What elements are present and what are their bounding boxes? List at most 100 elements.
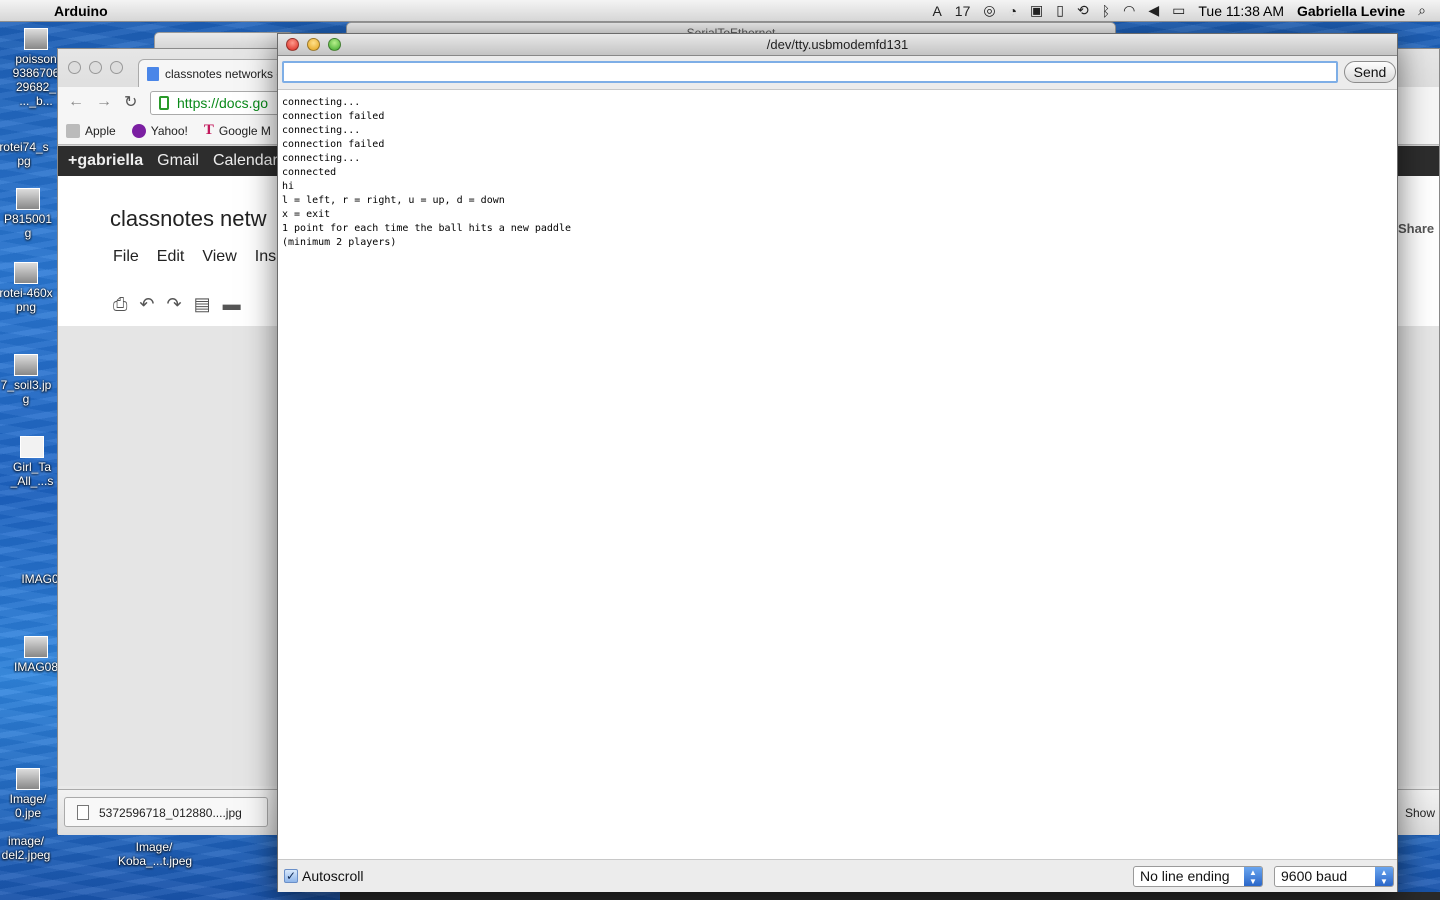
autoscroll-label: Autoscroll bbox=[302, 868, 364, 884]
output-line: l = left, r = right, u = up, d = down bbox=[282, 195, 505, 206]
output-line: (minimum 2 players) bbox=[282, 237, 397, 248]
image-file-icon bbox=[16, 188, 40, 210]
image-file-icon bbox=[24, 636, 48, 658]
undo-icon[interactable]: ↶ bbox=[139, 294, 154, 315]
google-docs-icon bbox=[147, 67, 159, 81]
line-ending-select[interactable]: No line ending ▲ ▼ bbox=[1133, 866, 1263, 887]
menu-edit[interactable]: Edit bbox=[157, 248, 185, 266]
menu-view[interactable]: View bbox=[202, 248, 236, 266]
output-line: x = exit bbox=[282, 209, 331, 220]
redo-icon[interactable]: ↷ bbox=[167, 294, 182, 315]
lock-icon bbox=[159, 96, 169, 110]
yahoo-icon bbox=[131, 123, 146, 138]
reload-icon[interactable]: ↻ bbox=[124, 92, 137, 112]
zoom-icon[interactable] bbox=[110, 61, 123, 74]
output-line: hi bbox=[282, 181, 295, 192]
headphones-icon[interactable]: ◎ bbox=[983, 2, 995, 19]
desktop-icon[interactable]: Image/ Koba_...t.jpeg bbox=[118, 840, 192, 868]
dock-edge bbox=[340, 892, 1440, 900]
file-icon bbox=[77, 805, 89, 820]
share-button[interactable]: Share bbox=[1398, 221, 1434, 236]
apple-bookmark-icon bbox=[66, 123, 80, 138]
window-title: /dev/tty.usbmodemfd131 bbox=[766, 37, 909, 52]
desktop-icon-label: image/ del2.jpeg bbox=[1, 834, 51, 862]
browser-window-controls bbox=[68, 61, 123, 74]
paint-format-icon[interactable]: ▬ bbox=[223, 294, 241, 315]
desktop-icon-label: IMAG0 bbox=[21, 572, 59, 586]
bookmark-google[interactable]: T Google M bbox=[204, 122, 271, 139]
minimize-icon[interactable] bbox=[307, 38, 320, 51]
serial-monitor-window[interactable]: /dev/tty.usbmodemfd131 Send connecting..… bbox=[277, 33, 1398, 892]
clock-icon[interactable]: ◔ bbox=[1009, 3, 1017, 19]
desktop-icon-label: Girl_Ta _All_...s bbox=[10, 460, 54, 488]
desktop-icon[interactable]: 7_soil3.jp g bbox=[0, 354, 62, 406]
back-icon[interactable]: ← bbox=[68, 93, 84, 111]
image-file-icon bbox=[24, 28, 48, 50]
menu-file[interactable]: File bbox=[113, 248, 139, 266]
desktop-icon-label: IMAG08 bbox=[13, 660, 58, 674]
line-ending-value: No line ending bbox=[1140, 868, 1230, 884]
google-bar-gmail[interactable]: Gmail bbox=[157, 152, 199, 170]
bluetooth-icon[interactable]: ᛒ bbox=[1102, 3, 1110, 19]
wifi-icon[interactable]: ◠ bbox=[1123, 2, 1135, 19]
menu-clock[interactable]: Tue 11:38 AM bbox=[1198, 3, 1284, 19]
send-button[interactable]: Send bbox=[1344, 61, 1396, 83]
show-all-downloads[interactable]: Show bbox=[1405, 806, 1435, 820]
output-line: connection failed bbox=[282, 139, 385, 150]
minimize-icon[interactable] bbox=[89, 61, 102, 74]
desktop-icon[interactable]: image/ del2.jpeg bbox=[0, 834, 62, 862]
desktop-icon[interactable]: rotei74_s pg bbox=[0, 140, 60, 168]
menu-insert[interactable]: Ins bbox=[255, 248, 276, 266]
desktop-icon[interactable]: rotei-460x png bbox=[0, 262, 62, 314]
calendar-count[interactable]: 17 bbox=[955, 3, 971, 19]
baud-rate-select[interactable]: 9600 baud ▲ ▼ bbox=[1274, 866, 1394, 887]
app-menu-arduino[interactable]: Arduino bbox=[54, 3, 108, 19]
menu-extras: A 17 ◎ ◔ ▣ ▯ ⟲ ᛒ ◠ ◀ ▭ Tue 11:38 AM Gabr… bbox=[932, 2, 1440, 19]
battery-app-icon[interactable]: ▯ bbox=[1056, 2, 1064, 19]
truck-icon[interactable]: ▣ bbox=[1030, 2, 1043, 19]
window-controls bbox=[286, 38, 341, 51]
zip-file-icon bbox=[20, 436, 44, 458]
output-line: connecting... bbox=[282, 153, 361, 164]
send-bar: Send bbox=[278, 56, 1397, 90]
autoscroll-toggle[interactable]: ✓ Autoscroll bbox=[284, 868, 363, 884]
autoscroll-checkbox[interactable]: ✓ bbox=[284, 869, 298, 883]
paste-icon[interactable]: ▤ bbox=[194, 294, 211, 315]
google-bar-calendar[interactable]: Calendar bbox=[213, 152, 278, 170]
image-file-icon bbox=[14, 262, 38, 284]
desktop-icon[interactable]: Image/ 0.jpe bbox=[0, 768, 64, 820]
desktop-icon-label: 7_soil3.jp g bbox=[0, 378, 52, 406]
time-machine-icon[interactable]: ⟲ bbox=[1077, 2, 1089, 19]
bookmark-label: Apple bbox=[85, 123, 116, 138]
close-icon[interactable] bbox=[68, 61, 81, 74]
zoom-icon[interactable] bbox=[328, 38, 341, 51]
docs-menu: File Edit View Ins bbox=[113, 248, 276, 266]
serial-options-bar: ✓ Autoscroll No line ending ▲ ▼ 9600 baud… bbox=[278, 859, 1397, 892]
forward-icon[interactable]: → bbox=[96, 93, 112, 111]
desktop-icon-label: rotei-460x png bbox=[0, 286, 53, 314]
image-file-icon bbox=[16, 768, 40, 790]
desktop-icon-label: poisson 9386706 29682_ ..._b... bbox=[12, 52, 60, 108]
desktop-icon-label: rotei74_s pg bbox=[0, 140, 49, 168]
battery-icon[interactable]: ▭ bbox=[1172, 2, 1185, 19]
desktop-icon-label: P815001 g bbox=[3, 212, 53, 240]
adobe-status-icon[interactable]: A bbox=[932, 3, 941, 19]
print-icon[interactable]: ⎙ bbox=[113, 294, 127, 315]
google-bar-profile[interactable]: +gabriella bbox=[68, 152, 143, 170]
serial-input[interactable] bbox=[282, 61, 1338, 83]
bookmark-label: Google M bbox=[218, 123, 271, 138]
output-line: connecting... bbox=[282, 97, 361, 108]
select-arrows-icon: ▲ ▼ bbox=[1375, 867, 1393, 886]
menu-user[interactable]: Gabriella Levine bbox=[1297, 3, 1405, 19]
spotlight-search-icon[interactable]: ⌕ bbox=[1418, 2, 1426, 19]
bookmark-yahoo[interactable]: Yahoo! bbox=[131, 123, 188, 138]
serial-output[interactable]: connecting... connection failed connecti… bbox=[278, 91, 1397, 858]
download-item[interactable]: 5372596718_012880....jpg bbox=[64, 797, 268, 827]
serial-monitor-titlebar[interactable]: /dev/tty.usbmodemfd131 bbox=[278, 34, 1397, 56]
bookmark-apple[interactable]: Apple bbox=[66, 123, 116, 138]
volume-icon[interactable]: ◀ bbox=[1148, 2, 1159, 19]
close-icon[interactable] bbox=[286, 38, 299, 51]
desktop-icon[interactable]: P815001 g bbox=[0, 188, 64, 240]
menu-bar: Arduino A 17 ◎ ◔ ▣ ▯ ⟲ ᛒ ◠ ◀ ▭ Tue 11:38… bbox=[0, 0, 1440, 22]
document-title[interactable]: classnotes netw bbox=[110, 206, 267, 232]
